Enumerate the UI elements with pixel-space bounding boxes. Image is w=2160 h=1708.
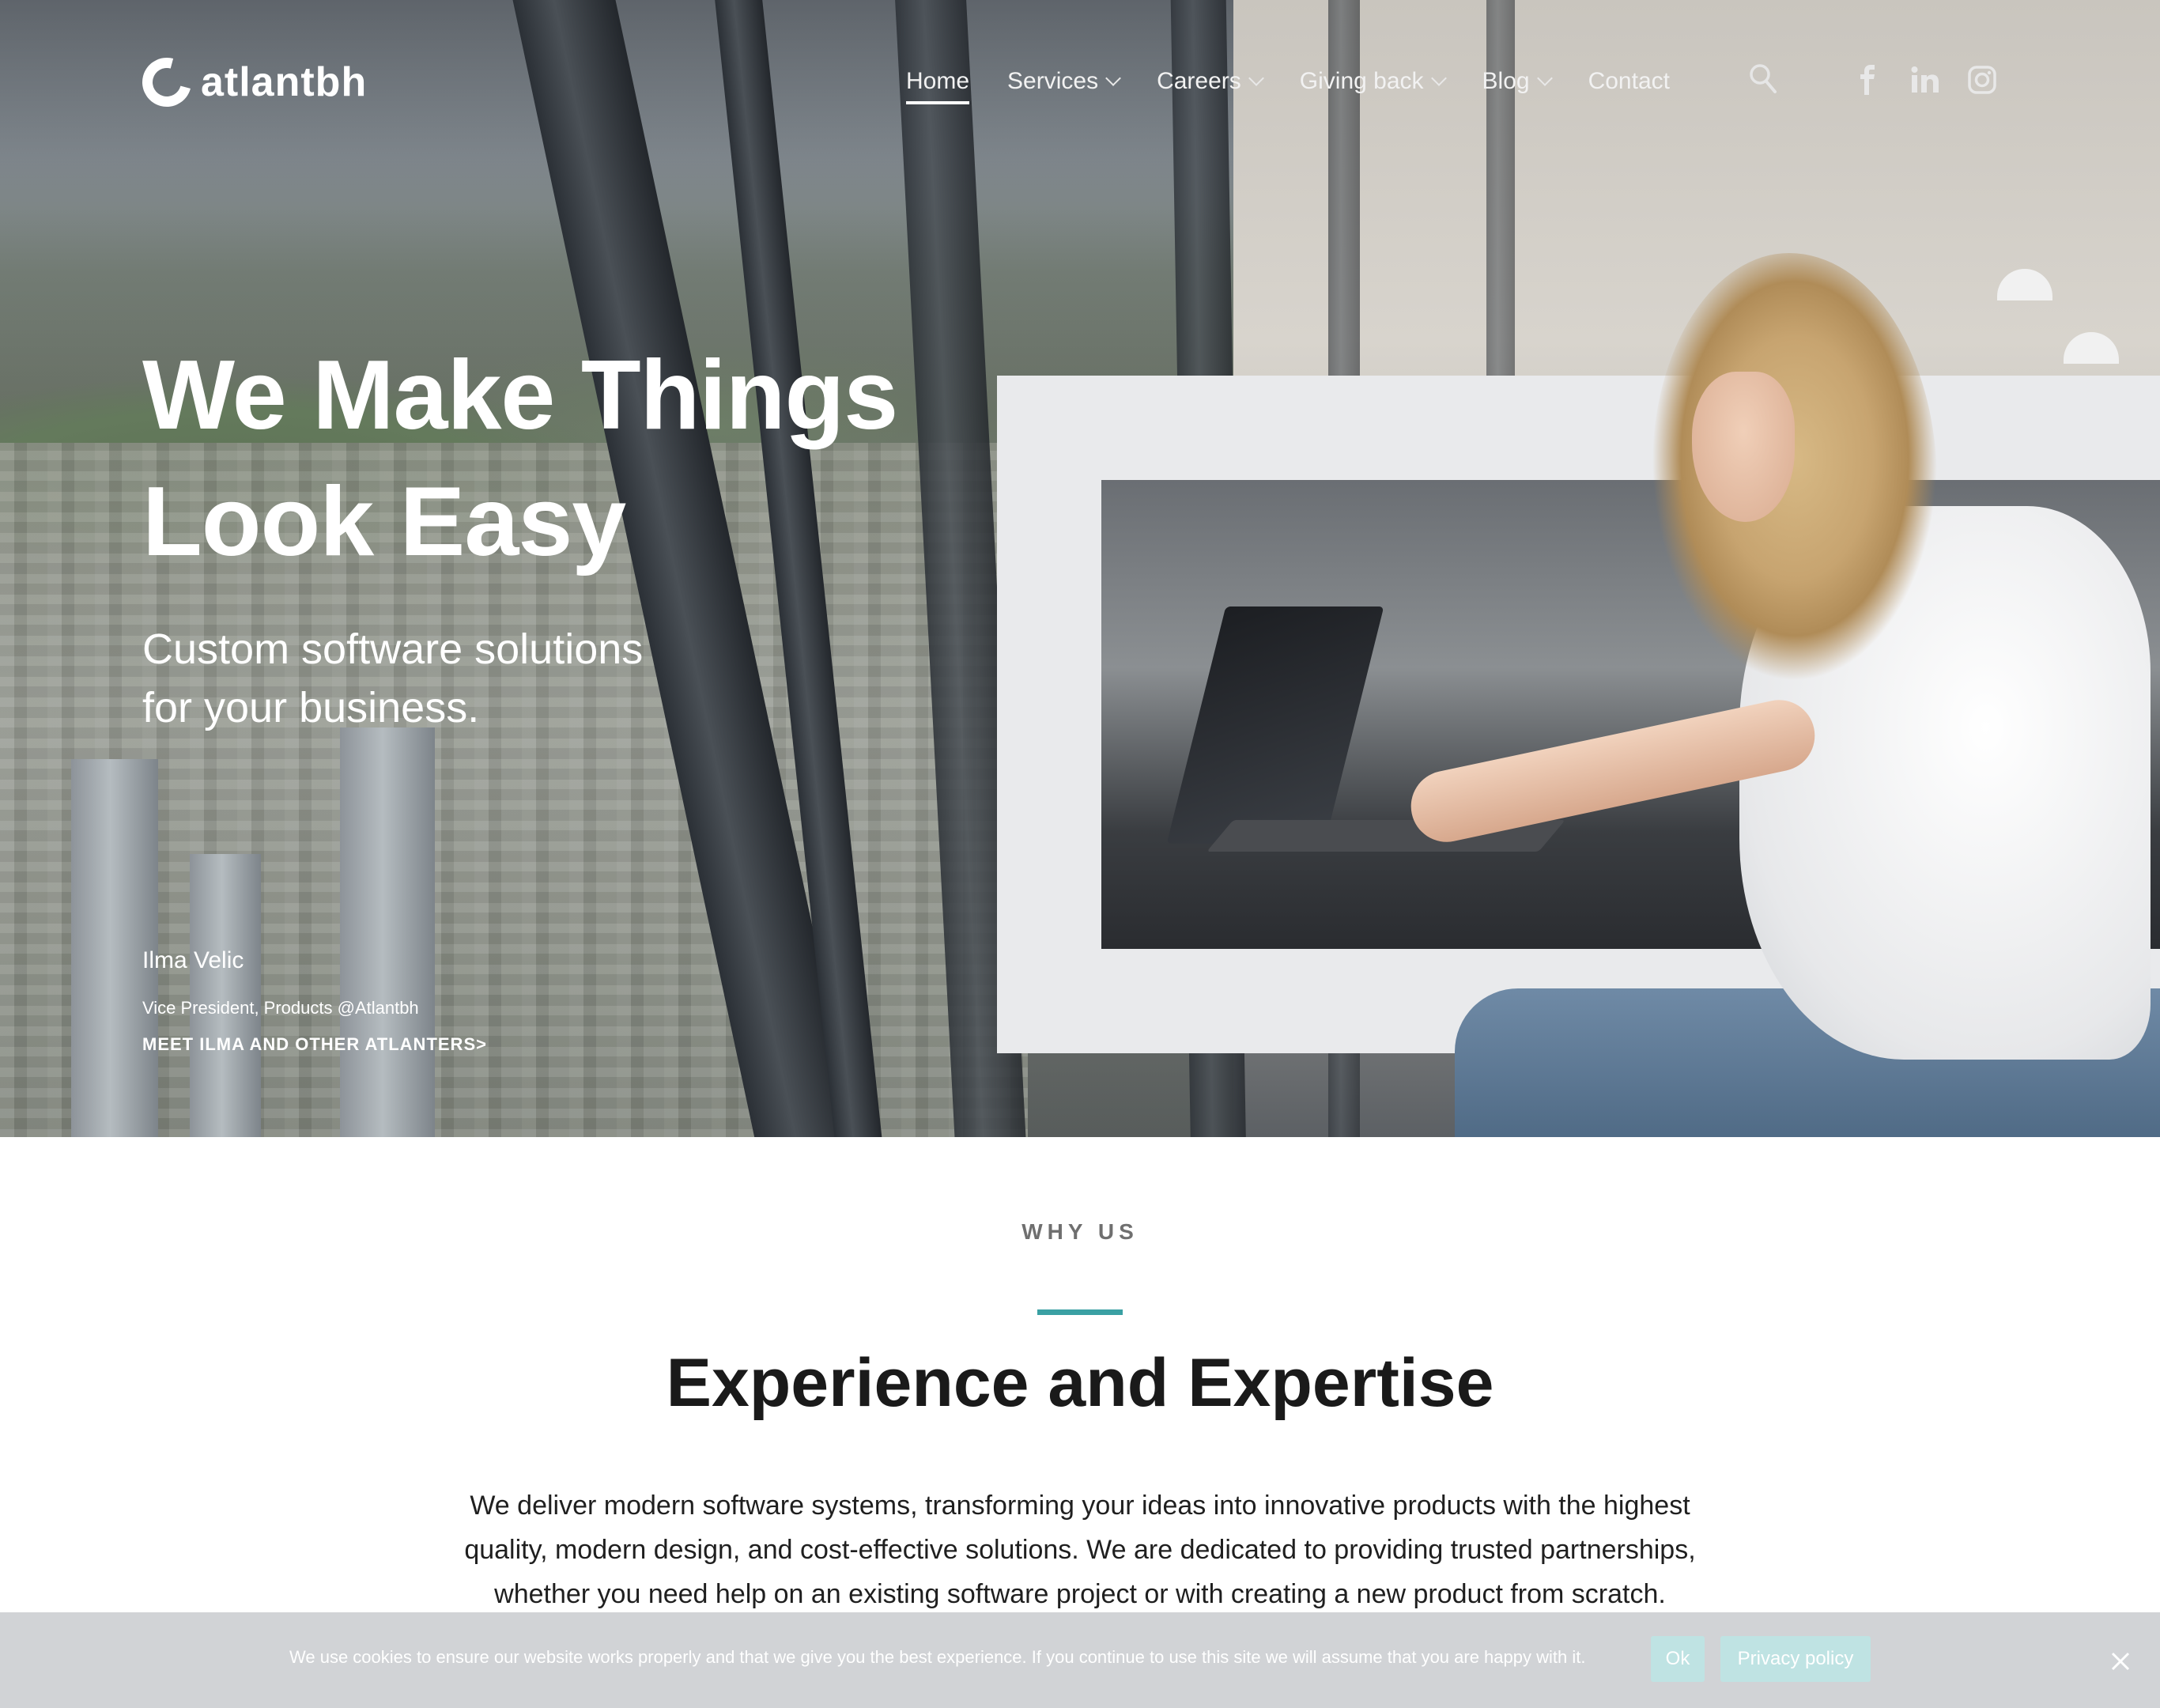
nav-item-label: Services <box>1007 68 1099 94</box>
nav-item-label: Giving back <box>1299 68 1424 94</box>
laptop-screen <box>1166 606 1384 844</box>
person-face <box>1692 372 1795 522</box>
cookie-message: We use cookies to ensure our website wor… <box>289 1647 1586 1667</box>
nav-item-label: Contact <box>1588 68 1670 94</box>
nav-item-giving-back[interactable]: Giving back <box>1299 68 1447 95</box>
atlantbh-logo-icon <box>133 48 201 116</box>
nav-item-blog[interactable]: Blog <box>1482 68 1553 95</box>
background-building <box>190 854 261 1137</box>
social-links <box>1853 65 1997 95</box>
hero-title-line: We Make Things <box>142 341 898 450</box>
privacy-policy-button[interactable]: Privacy policy <box>1720 1636 1871 1682</box>
chevron-down-icon <box>1248 70 1264 86</box>
section-title: Experience and Expertise <box>666 1345 1494 1421</box>
hero-section: atlantbh Home Services Careers Giving ba… <box>0 0 2160 1137</box>
facebook-icon[interactable] <box>1853 65 1883 95</box>
nav-item-careers[interactable]: Careers <box>1157 68 1264 95</box>
brand-name: atlantbh <box>201 59 368 105</box>
cookie-consent-bar: We use cookies to ensure our website wor… <box>0 1612 2160 1708</box>
instagram-icon[interactable] <box>1967 65 1997 95</box>
section-eyebrow: WHY US <box>1021 1219 1139 1244</box>
nav-item-contact[interactable]: Contact <box>1588 68 1670 95</box>
nav-item-home[interactable]: Home <box>906 68 970 104</box>
featured-person-name: Ilma Velic <box>142 947 244 973</box>
hero-subtitle: Custom software solutions for your busin… <box>142 620 775 737</box>
close-icon[interactable] <box>2106 1647 2135 1676</box>
top-navigation: atlantbh Home Services Careers Giving ba… <box>0 0 2160 158</box>
search-icon[interactable] <box>1749 63 1777 95</box>
section-body: We deliver modern software systems, tran… <box>464 1491 1696 1609</box>
nav-item-services[interactable]: Services <box>1007 68 1121 95</box>
hero-subtitle-line: for your business. <box>142 684 480 731</box>
meet-atlanters-link[interactable]: MEET ILMA AND OTHER ATLANTERS> <box>142 1034 487 1055</box>
nav-item-label: Blog <box>1482 68 1530 94</box>
featured-person-role: Vice President, Products @Atlantbh <box>142 998 419 1018</box>
accent-divider <box>1037 1309 1123 1315</box>
chevron-down-icon <box>1430 70 1447 86</box>
chevron-down-icon <box>1536 70 1553 86</box>
nav-item-label: Careers <box>1157 68 1241 94</box>
cookie-ok-button[interactable]: Ok <box>1651 1636 1705 1682</box>
linkedin-icon[interactable] <box>1910 65 1940 95</box>
background-building <box>340 727 435 1137</box>
hero-title: We Make Things Look Easy <box>142 332 1012 585</box>
hero-title-line: Look Easy <box>142 467 626 576</box>
hero-subtitle-line: Custom software solutions <box>142 625 644 673</box>
chevron-down-icon <box>1105 70 1121 86</box>
main-menu: Home Services Careers Giving back Blog C… <box>906 62 1708 104</box>
nav-item-label: Home <box>906 68 970 94</box>
brand-logo[interactable]: atlantbh <box>133 48 368 116</box>
